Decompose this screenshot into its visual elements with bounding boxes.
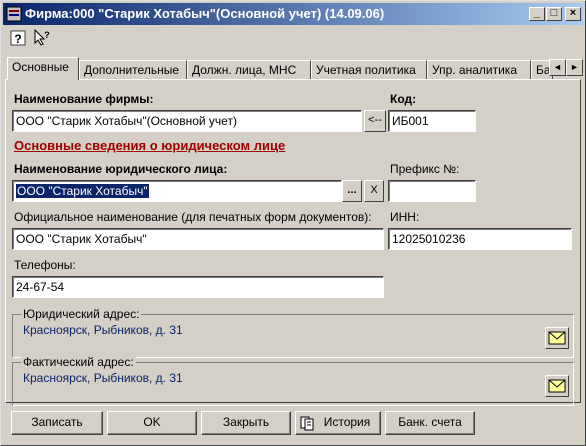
tab-accounting-policy[interactable]: Учетная политика [311,60,427,79]
tab-officials[interactable]: Должн. лица, МНС [187,60,311,79]
inn-label: ИНН: [390,210,420,224]
official-name-label: Официальное наименование (для печатных ф… [14,210,372,224]
bank-accounts-button[interactable]: Банк. счета [385,411,475,435]
save-button[interactable]: Записать [11,411,103,435]
prefix-field[interactable] [388,180,476,202]
legal-name-value: ООО "Старик Хотабыч" [16,184,149,198]
section-heading: Основные сведения о юридическом лице [14,138,286,153]
window-title: Фирма:000 "Старик Хотабыч"(Основной учет… [25,6,385,21]
legal-name-label: Наименование юридического лица: [14,162,228,176]
legal-address-value: Красноярск, Рыбников, д. 31 [23,323,183,337]
firm-name-field[interactable]: ООО "Старик Хотабыч"(Основной учет) [12,110,362,132]
clear-legal-entity-button[interactable]: X [364,180,384,202]
actual-address-value: Красноярск, Рыбников, д. 31 [23,371,183,385]
question-icon[interactable]: ? [9,29,27,47]
history-label: История [323,415,371,429]
tab-additional[interactable]: Дополнительные [79,60,187,79]
copy-name-button[interactable]: <-- [364,110,386,132]
title-bar[interactable]: Фирма:000 "Старик Хотабыч"(Основной учет… [3,3,583,25]
envelope-icon [548,331,566,345]
minimize-button[interactable]: _ [529,7,545,21]
inn-field[interactable]: 12025010236 [388,228,572,250]
legal-address-group: Юридический адрес: Красноярск, Рыбников,… [12,307,574,358]
tab-strip: Основные Дополнительные Должн. лица, МНС… [7,57,583,80]
select-legal-entity-button[interactable]: ... [342,180,362,202]
tab-panel: Наименование фирмы: ООО "Старик Хотабыч"… [5,79,581,406]
history-button[interactable]: История [295,411,381,435]
maximize-button[interactable]: □ [546,7,562,21]
edit-legal-address-button[interactable] [545,327,569,349]
app-icon [6,6,22,22]
edit-actual-address-button[interactable] [545,375,569,397]
phones-field[interactable]: 24-67-54 [12,276,384,298]
dialog-window: Фирма:000 "Старик Хотабыч"(Основной учет… [0,0,586,446]
legal-name-field[interactable]: ООО "Старик Хотабыч" [12,180,342,202]
envelope-icon [548,379,566,393]
actual-address-group: Фактический адрес: Красноярск, Рыбников,… [12,355,574,406]
tab-scroll-right-button[interactable]: ► [566,59,583,76]
svg-text:?: ? [44,30,50,40]
prefix-label: Префикс №: [390,162,460,176]
tab-analytics[interactable]: Упр. аналитика [427,60,531,79]
tab-main[interactable]: Основные [7,57,79,80]
close-window-button[interactable]: × [565,7,581,21]
phones-label: Телефоны: [14,258,76,272]
firm-name-label: Наименование фирмы: [14,92,154,106]
code-label: Код: [390,92,417,106]
actual-address-label: Фактический адрес: [21,355,136,369]
svg-text:?: ? [14,32,21,46]
tab-scroll-left-button[interactable]: ◄ [549,59,566,76]
ok-button[interactable]: OK [107,411,197,435]
pointer-question-icon[interactable]: ? [33,29,51,47]
official-name-field[interactable]: ООО "Старик Хотабыч" [12,228,384,250]
code-field[interactable]: ИБ001 [388,110,476,132]
history-icon [300,416,314,431]
close-button[interactable]: Закрыть [201,411,291,435]
legal-address-label: Юридический адрес: [21,307,142,321]
